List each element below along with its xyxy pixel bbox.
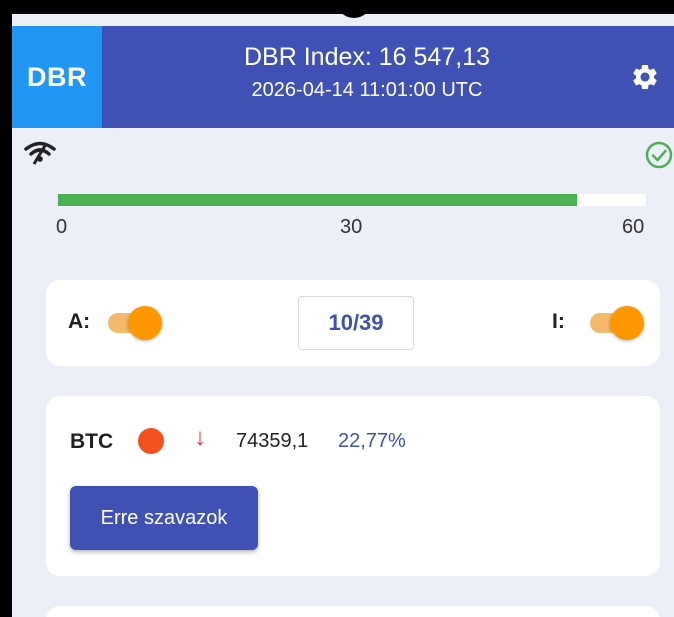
timestamp: 2026-04-14 11:01:00 UTC	[251, 79, 483, 101]
wifi-icon	[24, 141, 56, 165]
header-title: DBR Index: 16 547,13 2026-04-14 11:01:00…	[172, 40, 562, 106]
coin-name: BTC	[70, 430, 114, 453]
progress-tick-mid: 30	[340, 216, 363, 238]
toggle-i-knob	[610, 306, 644, 340]
toggle-a-knob	[128, 306, 162, 340]
app-frame: DBR DBR Index: 16 547,13 2026-04-14 11:0…	[12, 14, 674, 617]
toggle-a-label: A:	[68, 310, 91, 333]
toggle-i-label: I:	[552, 310, 565, 333]
progress-tick-min: 0	[56, 216, 68, 238]
check-circle-icon	[645, 141, 673, 169]
phone-bezel-left	[0, 0, 12, 617]
arrow-down-icon: ↓	[194, 424, 206, 451]
logo: DBR	[12, 26, 102, 128]
coin-status-dot	[138, 428, 164, 454]
coin-card: BTC ↓ 74359,1 22,77% Erre szavazok	[46, 396, 660, 576]
progress-tick-max: 60	[622, 216, 645, 238]
index-value: DBR Index: 16 547,13	[244, 43, 490, 71]
coin-price: 74359,1	[236, 430, 309, 452]
counter-display[interactable]: 10/39	[298, 296, 414, 350]
status-row	[12, 132, 674, 172]
toggle-i-switch[interactable]	[586, 304, 644, 340]
app-header: DBR DBR Index: 16 547,13 2026-04-14 11:0…	[12, 26, 674, 128]
controls-card: A: 10/39 I:	[46, 280, 660, 366]
progress-bar	[58, 194, 646, 206]
coin-change: 22,77%	[338, 430, 406, 452]
toggle-a-switch[interactable]	[104, 304, 162, 340]
progress-fill	[58, 194, 578, 206]
vote-button[interactable]: Erre szavazok	[70, 486, 258, 550]
next-coin-card	[46, 606, 660, 617]
gear-icon[interactable]	[630, 62, 660, 92]
